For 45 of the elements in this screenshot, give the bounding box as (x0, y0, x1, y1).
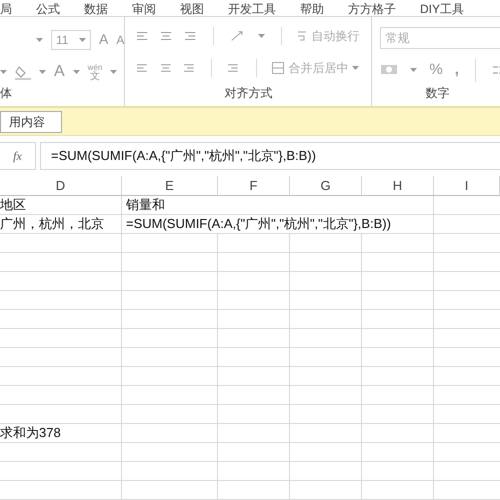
column-header[interactable]: H (362, 176, 434, 195)
ribbon-tab[interactable]: 视图 (180, 2, 204, 16)
wrap-icon (297, 30, 308, 42)
fill-color-icon[interactable] (15, 64, 31, 80)
group-label: 体 (0, 86, 12, 100)
align-icon[interactable] (161, 31, 174, 42)
caret-icon (0, 70, 7, 74)
table-cell-text: 求和为378 (0, 424, 61, 442)
table-cell-text: 地区 (0, 196, 26, 214)
column-header[interactable]: G (290, 176, 362, 195)
merge-icon (272, 62, 284, 74)
column-header[interactable]: E (122, 176, 218, 195)
align-icon[interactable] (185, 31, 198, 42)
align-icon[interactable] (228, 63, 240, 74)
function-label[interactable]: fx (13, 147, 22, 166)
caret-icon (36, 38, 43, 42)
caret-icon (258, 34, 265, 38)
caret-icon (79, 38, 86, 42)
formula-field[interactable]: =SUM(SUMIF(A:A,{"广州","杭州","北京"},B:B)) (40, 142, 500, 170)
table-cell-text: 广州，杭州，北京 (0, 215, 104, 234)
table-cell-text: =SUM(SUMIF(A:A,{"广州","杭州","北京"},B:B)) (126, 215, 391, 234)
align-icon[interactable] (160, 63, 172, 74)
table-cell-text: 销量和 (126, 196, 165, 214)
ribbon-tab[interactable]: 开发工具 (228, 2, 276, 16)
caret-icon (352, 66, 360, 70)
ribbon-tab[interactable]: 帮助 (300, 2, 324, 16)
column-header[interactable]: F (218, 176, 290, 195)
align-icon[interactable] (137, 63, 149, 74)
caret-icon (39, 70, 46, 74)
caret-icon (72, 70, 80, 74)
ribbon-tab[interactable]: 审阅 (132, 2, 156, 16)
ribbon-tab[interactable]: DIY工具 (420, 2, 464, 16)
align-icon[interactable] (137, 31, 150, 42)
column-header[interactable]: D (0, 176, 122, 195)
column-header[interactable]: I (434, 176, 500, 195)
align-icon[interactable] (184, 63, 196, 74)
enable-content-button[interactable]: 用内容 (0, 110, 62, 133)
caret-icon (110, 70, 118, 74)
ribbon-tab[interactable]: 公式 (36, 2, 60, 16)
caret-icon (410, 68, 418, 72)
group-label: 对齐方式 (224, 86, 272, 100)
ribbon-tab[interactable]: 数据 (84, 2, 108, 16)
group-label: 数字 (425, 86, 450, 100)
ribbon-tab[interactable]: 方方格子 (348, 2, 396, 16)
ribbon-tab[interactable]: 局 (0, 2, 12, 16)
